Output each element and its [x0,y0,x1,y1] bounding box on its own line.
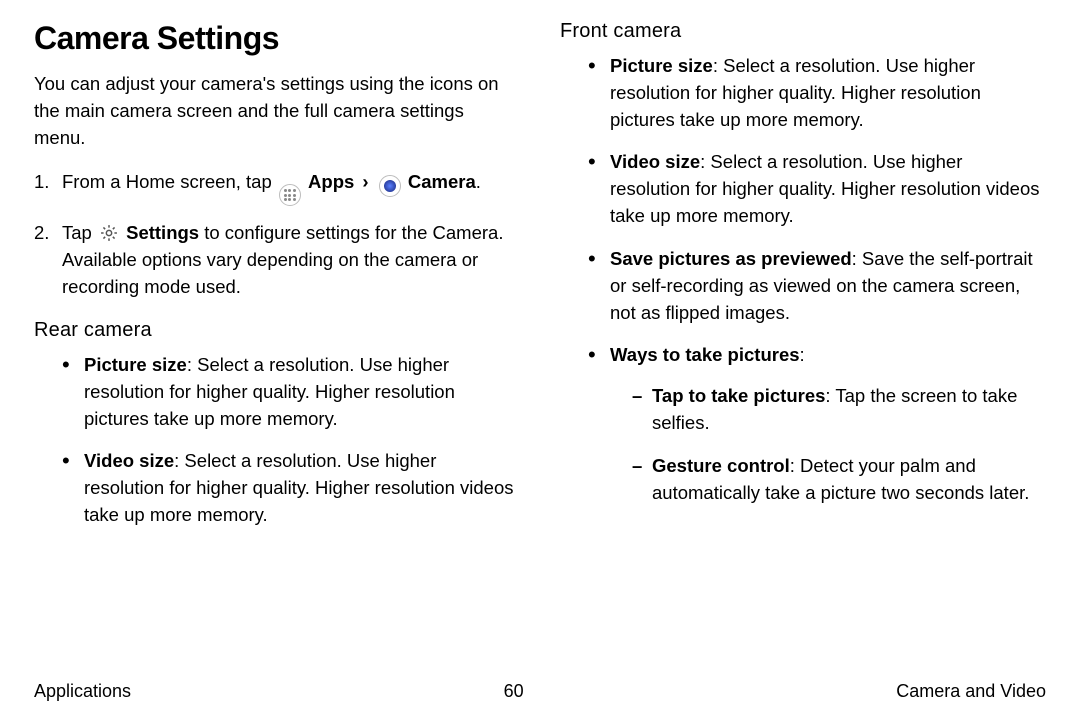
item-bold: Tap to take pictures [652,385,825,406]
list-item: Picture size: Select a resolution. Use h… [62,352,520,432]
intro-paragraph: You can adjust your camera's settings us… [34,71,520,151]
list-item: Video size: Select a resolution. Use hig… [62,448,520,528]
manual-page: Camera Settings You can adjust your came… [0,0,1080,720]
chevron-right-icon: › [362,171,368,192]
footer-page-number: 60 [504,681,524,702]
right-column: Front camera Picture size: Select a reso… [560,20,1046,671]
list-item: Picture size: Select a resolution. Use h… [588,53,1046,133]
steps-list: From a Home screen, tap Apps › Camera. T… [34,169,520,300]
front-camera-list: Picture size: Select a resolution. Use h… [560,53,1046,506]
settings-label: Settings [126,222,199,243]
left-column: Camera Settings You can adjust your came… [34,20,520,671]
list-item: Save pictures as previewed: Save the sel… [588,246,1046,326]
page-title: Camera Settings [34,20,520,57]
list-item: Ways to take pictures: Tap to take pictu… [588,342,1046,506]
item-bold: Video size [610,151,700,172]
list-item: Video size: Select a resolution. Use hig… [588,149,1046,229]
item-bold: Picture size [610,55,713,76]
list-item: Tap to take pictures: Tap the screen to … [632,383,1046,437]
front-camera-heading: Front camera [560,20,1046,43]
step-1: From a Home screen, tap Apps › Camera. [34,169,520,206]
ways-sublist: Tap to take pictures: Tap the screen to … [610,383,1046,506]
two-column-layout: Camera Settings You can adjust your came… [34,20,1046,671]
footer-right: Camera and Video [896,681,1046,702]
page-footer: Applications 60 Camera and Video [34,671,1046,702]
rear-camera-list: Picture size: Select a resolution. Use h… [34,352,520,529]
step1-pre: From a Home screen, tap [62,171,277,192]
apps-label: Apps [308,171,354,192]
item-bold: Picture size [84,354,187,375]
item-bold: Gesture control [652,455,790,476]
item-bold: Ways to take pictures [610,344,800,365]
step1-suffix: . [476,171,481,192]
item-bold: Save pictures as previewed [610,248,852,269]
item-text: : [800,344,805,365]
item-bold: Video size [84,450,174,471]
gear-icon [99,223,119,243]
step2-pre: Tap [62,222,97,243]
footer-left: Applications [34,681,131,702]
step-2: Tap Settings to configure settings for t… [34,220,520,300]
list-item: Gesture control: Detect your palm and au… [632,453,1046,507]
camera-label: Camera [408,171,476,192]
camera-icon [379,175,401,197]
rear-camera-heading: Rear camera [34,319,520,342]
apps-icon [279,184,301,206]
